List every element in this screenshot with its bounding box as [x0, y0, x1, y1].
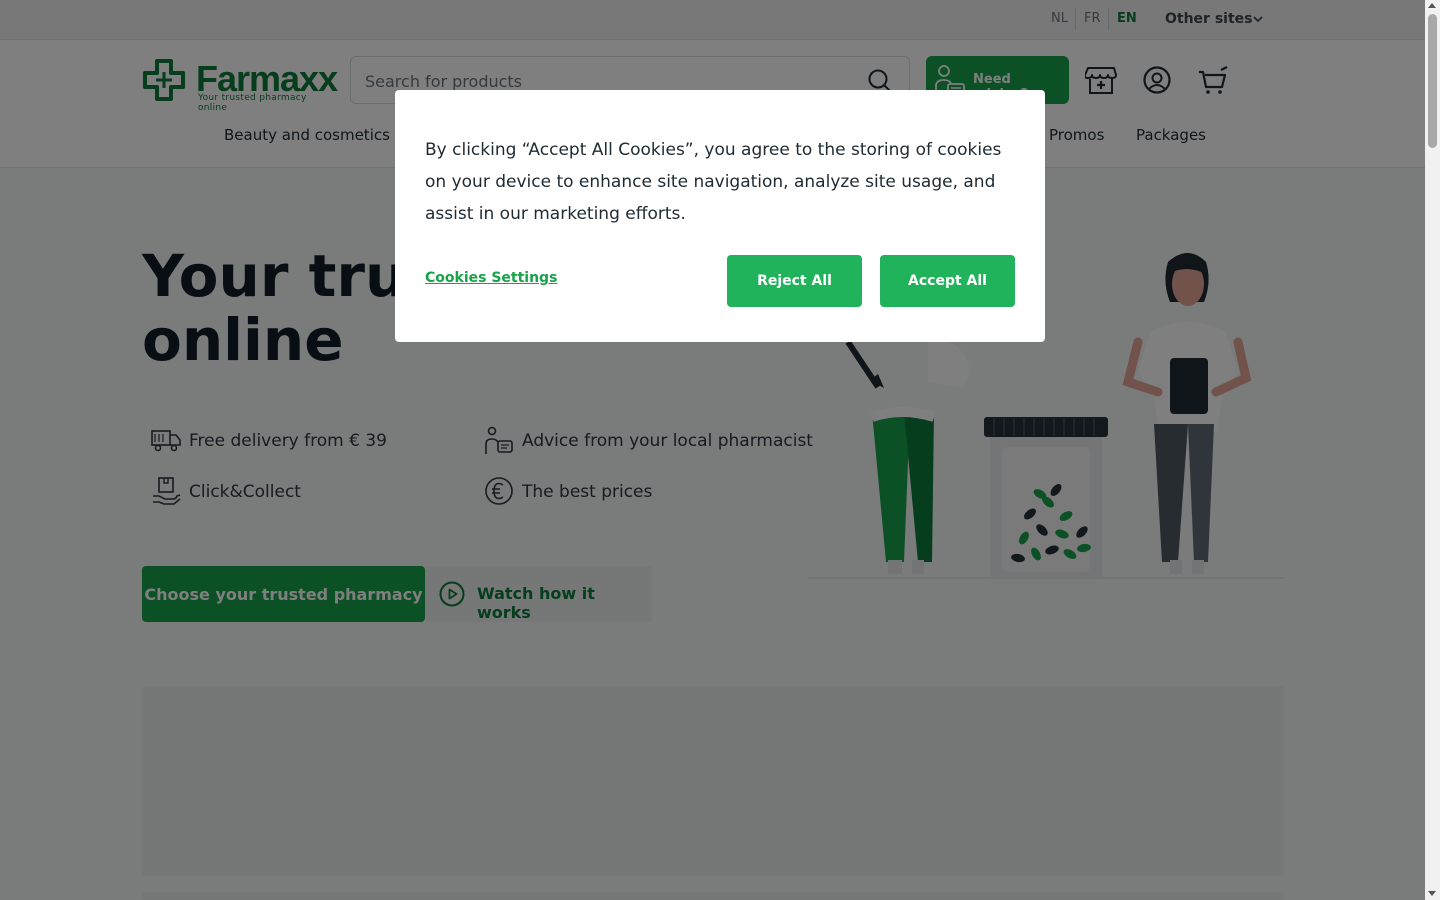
cookie-consent-dialog: By clicking “Accept All Cookies”, you ag… [395, 90, 1045, 342]
scroll-up-arrow-icon[interactable] [1428, 3, 1436, 8]
reject-all-button[interactable]: Reject All [727, 255, 862, 307]
cookies-settings-link[interactable]: Cookies Settings [425, 270, 557, 286]
page-scrollbar[interactable] [1425, 0, 1440, 900]
accept-all-button[interactable]: Accept All [880, 255, 1015, 307]
cookie-consent-text: By clicking “Accept All Cookies”, you ag… [425, 140, 1002, 224]
scrollbar-thumb[interactable] [1428, 14, 1437, 148]
scroll-down-arrow-icon[interactable] [1428, 891, 1436, 896]
